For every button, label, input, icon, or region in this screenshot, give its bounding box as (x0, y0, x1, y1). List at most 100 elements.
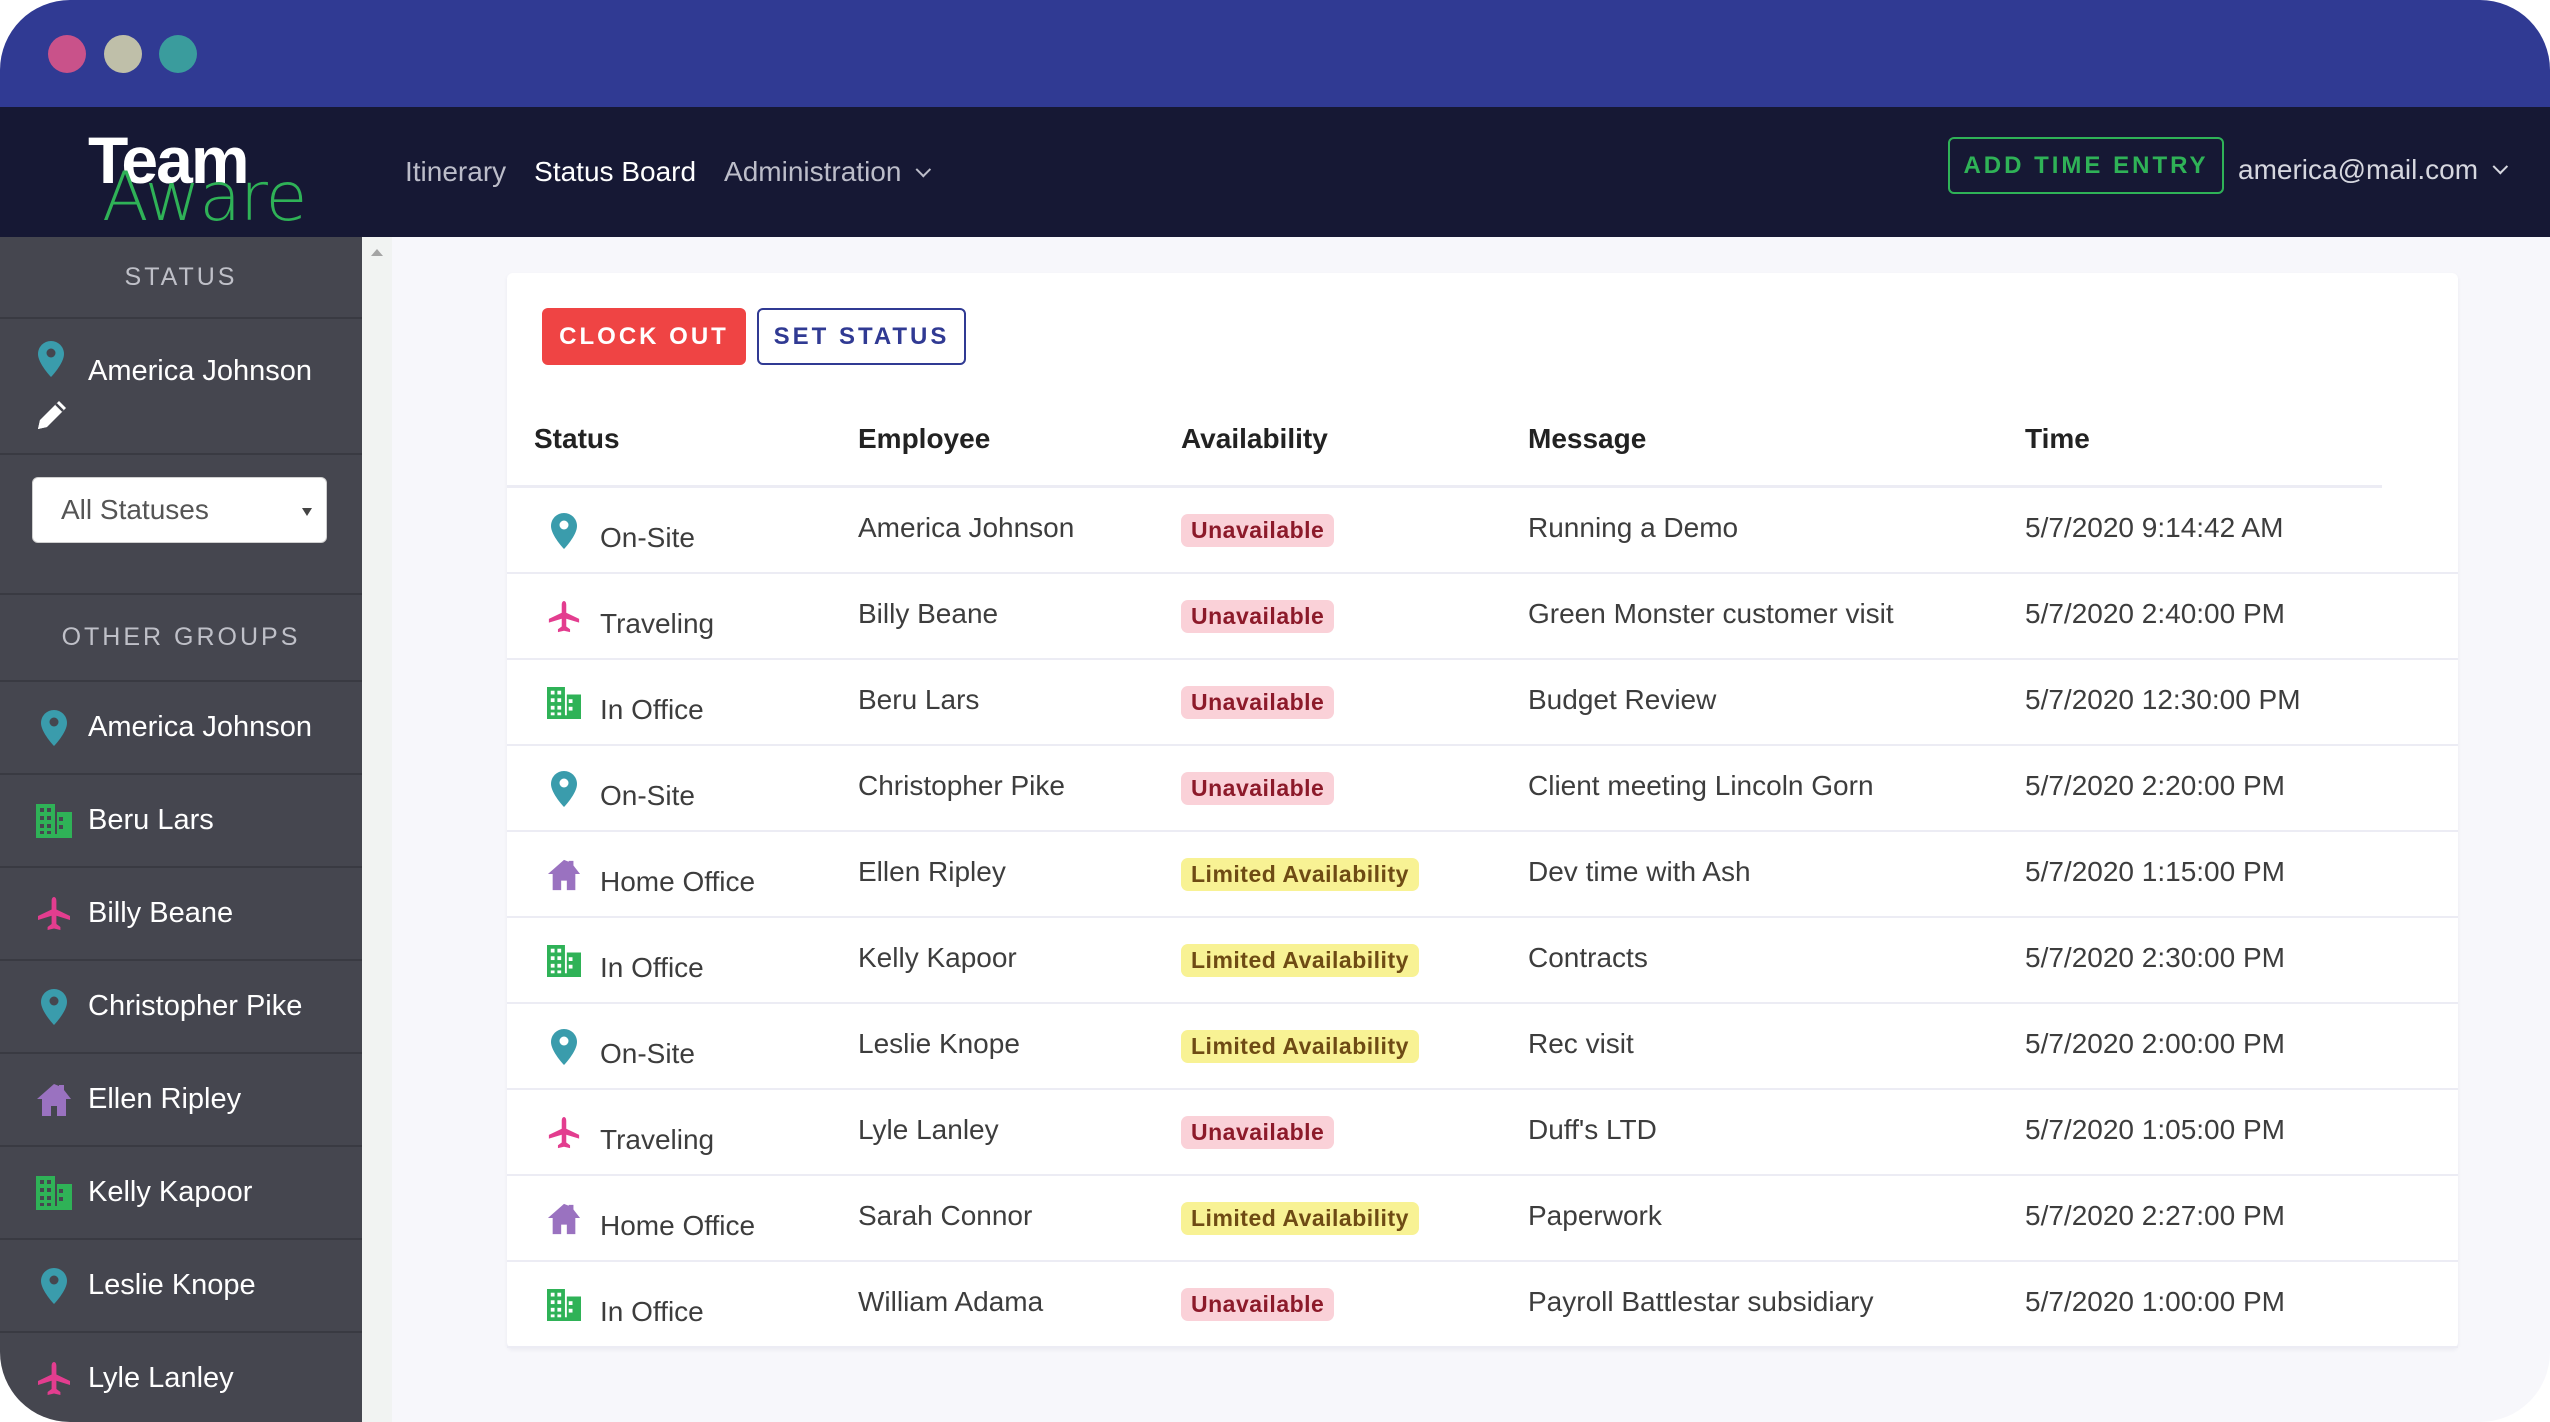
status-message: Green Monster customer visit (1528, 598, 1894, 629)
availability-badge: Unavailable (1181, 686, 1335, 719)
window-minimize-button[interactable] (104, 35, 142, 73)
table-row[interactable]: Traveling Billy Beane Unavailable Green Mon… (507, 574, 2458, 660)
window-close-button[interactable] (48, 35, 86, 73)
status-time: 5/7/2020 2:40:00 PM (2025, 598, 2285, 629)
employee-name: Ellen Ripley (858, 856, 1006, 887)
status-time: 5/7/2020 1:05:00 PM (2025, 1114, 2285, 1145)
sidebar-member-item[interactable]: Lyle Lanley (0, 1333, 362, 1422)
map-pin-icon (547, 771, 581, 807)
status-label: Home Office (600, 866, 756, 897)
sidebar-member-item[interactable]: America Johnson (0, 682, 362, 775)
status-message: Running a Demo (1528, 512, 1739, 543)
employee-name: Leslie Knope (858, 1028, 1020, 1059)
employee-name: Christopher Pike (858, 770, 1065, 801)
airplane-icon (34, 1359, 74, 1399)
table-row[interactable]: On-Site Leslie Knope Limited Availability R… (507, 1004, 2458, 1090)
status-time: 5/7/2020 1:15:00 PM (2025, 856, 2285, 887)
map-pin-icon (34, 1266, 74, 1306)
map-pin-icon (547, 513, 581, 549)
scroll-up-arrow-icon[interactable] (371, 249, 383, 256)
table-row[interactable]: On-Site Christopher Pike Unavailable Client… (507, 746, 2458, 832)
sidebar-status-heading: STATUS (0, 237, 362, 319)
status-label: Home Office (600, 1210, 756, 1241)
set-status-button[interactable]: SET STATUS (757, 308, 966, 365)
column-header-message[interactable]: Message (1528, 423, 1646, 455)
table-row[interactable]: On-Site America Johnson Unavailable Running… (507, 488, 2458, 574)
table-row[interactable]: Traveling Lyle Lanley Unavailable Duff's LT… (507, 1090, 2458, 1176)
availability-badge: Unavailable (1181, 514, 1335, 547)
nav-status-board[interactable]: Status Board (534, 156, 696, 188)
availability-badge: Limited Availability (1181, 1202, 1419, 1235)
sidebar-member-item[interactable]: Ellen Ripley (0, 1054, 362, 1147)
status-message: Payroll Battlestar subsidiary (1528, 1286, 1874, 1317)
sidebar: STATUS America Johnson All Statuses OTHE… (0, 237, 362, 1422)
column-header-time[interactable]: Time (2025, 423, 2090, 455)
table-row[interactable]: Home Office Ellen Ripley Limited Availabil… (507, 832, 2458, 918)
availability-badge: Limited Availability (1181, 944, 1419, 977)
sidebar-member-name: Kelly Kapoor (88, 1176, 253, 1208)
table-row[interactable]: In Office Beru Lars Unavailable Budget Revi… (507, 660, 2458, 746)
sidebar-member-item[interactable]: Kelly Kapoor (0, 1147, 362, 1240)
clock-out-button[interactable]: CLOCK OUT (542, 308, 746, 365)
sidebar-member-name: Leslie Knope (88, 1269, 256, 1301)
nav-administration-dropdown[interactable]: Administration (724, 156, 932, 188)
column-header-status[interactable]: Status (534, 423, 620, 455)
availability-badge: Unavailable (1181, 600, 1335, 633)
employee-name: Beru Lars (858, 684, 980, 715)
status-filter-select[interactable]: All Statuses (32, 477, 327, 543)
chevron-down-icon (2492, 158, 2509, 175)
status-message: Dev time with Ash (1528, 856, 1751, 887)
sidebar-member-item[interactable]: Christopher Pike (0, 961, 362, 1054)
status-label: In Office (600, 1296, 704, 1327)
status-message: Rec visit (1528, 1028, 1634, 1059)
user-menu-dropdown[interactable]: america@mail.com (2238, 107, 2509, 232)
app-window: Team Aware Itinerary Status Board Admini… (0, 0, 2550, 1422)
status-message: Paperwork (1528, 1200, 1662, 1231)
availability-badge: Unavailable (1181, 1288, 1335, 1321)
status-message: Duff's LTD (1528, 1114, 1657, 1145)
table-row[interactable]: In Office William Adama Unavailable Payroll… (507, 1262, 2458, 1348)
status-label: Traveling (600, 608, 715, 639)
sidebar-member-item[interactable]: Billy Beane (0, 868, 362, 961)
status-filter-value: All Statuses (61, 494, 209, 525)
table-row[interactable]: Home Office Sarah Connor Limited Availabil… (507, 1176, 2458, 1262)
building-icon (547, 686, 581, 720)
status-label: Traveling (600, 1124, 715, 1155)
user-email: america@mail.com (2238, 153, 2479, 185)
nav-itinerary[interactable]: Itinerary (405, 156, 506, 188)
home-icon (547, 858, 581, 892)
status-label: On-Site (600, 522, 695, 553)
current-user-name: America Johnson (88, 355, 313, 387)
pencil-icon[interactable] (34, 397, 70, 438)
home-icon (34, 1080, 74, 1120)
main-nav: Itinerary Status Board Administration (405, 107, 932, 237)
employee-name: Kelly Kapoor (858, 942, 1017, 973)
team-aware-logo[interactable]: Team Aware (88, 122, 318, 237)
status-time: 5/7/2020 9:14:42 AM (2025, 512, 2284, 543)
sidebar-scrollbar[interactable] (362, 237, 392, 1422)
column-header-availability[interactable]: Availability (1181, 423, 1328, 455)
availability-badge: Limited Availability (1181, 1030, 1419, 1063)
status-message: Contracts (1528, 942, 1648, 973)
column-header-employee[interactable]: Employee (858, 423, 990, 455)
window-maximize-button[interactable] (159, 35, 197, 73)
logo-aware-text: Aware (102, 158, 307, 237)
caret-down-icon (302, 508, 312, 516)
employee-name: Lyle Lanley (858, 1114, 999, 1145)
status-label: On-Site (600, 1038, 695, 1069)
employee-name: Billy Beane (858, 598, 999, 629)
sidebar-member-name: Ellen Ripley (88, 1083, 242, 1115)
status-time: 5/7/2020 2:20:00 PM (2025, 770, 2285, 801)
sidebar-member-item[interactable]: Leslie Knope (0, 1240, 362, 1333)
status-message: Client meeting Lincoln Gorn (1528, 770, 1874, 801)
employee-name: William Adama (858, 1286, 1044, 1317)
availability-badge: Unavailable (1181, 1116, 1335, 1149)
sidebar-member-item[interactable]: Beru Lars (0, 775, 362, 868)
table-row[interactable]: In Office Kelly Kapoor Limited Availabilit… (507, 918, 2458, 1004)
add-time-entry-button[interactable]: ADD TIME ENTRY (1948, 137, 2224, 194)
home-icon (547, 1202, 581, 1236)
nav-itinerary-label: Itinerary (405, 156, 507, 187)
status-board-card: CLOCK OUT SET STATUS Status Employee Ava… (507, 273, 2458, 1348)
status-time: 5/7/2020 12:30:00 PM (2025, 684, 2301, 715)
airplane-icon (547, 600, 581, 634)
